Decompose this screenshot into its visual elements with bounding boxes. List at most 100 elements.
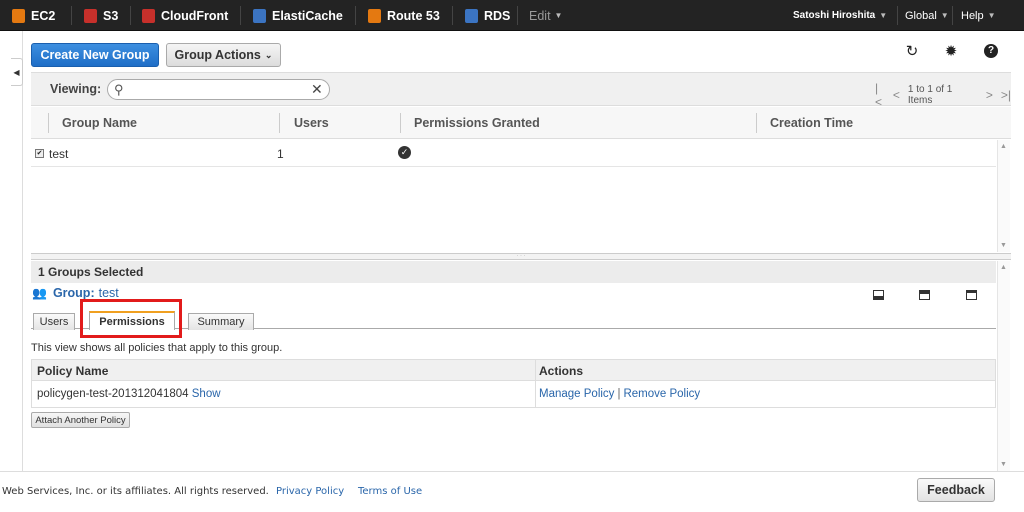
column-policy-name: Policy Name — [37, 364, 109, 378]
column-permissions-granted[interactable]: Permissions Granted — [414, 116, 540, 130]
footer: Web Services, Inc. or its affiliates. Al… — [0, 471, 1024, 512]
policy-name: policygen-test-201312041804 — [37, 388, 189, 400]
manage-policy-link[interactable]: Manage Policy — [539, 388, 614, 400]
table-header: Group Name Users Permissions Granted Cre… — [31, 107, 1011, 139]
search-box[interactable]: ⚲ ✕ — [107, 79, 330, 100]
permissions-description: This view shows all policies that apply … — [31, 342, 283, 354]
nav-divider — [517, 6, 518, 25]
pagination: |< < 1 to 1 of 1 Items > >| — [875, 81, 1011, 109]
nav-cloudfront[interactable]: CloudFront — [142, 0, 228, 31]
column-divider — [279, 113, 280, 133]
collapse-panel-toggle[interactable]: ◀ — [11, 58, 23, 86]
column-divider — [756, 113, 757, 133]
feedback-button[interactable]: Feedback — [917, 478, 995, 502]
layout-split-icon[interactable] — [919, 290, 930, 300]
details-scrollbar[interactable]: ▲ ▼ — [997, 261, 1010, 471]
users-cell: 1 — [277, 147, 284, 161]
cloudfront-icon — [142, 8, 155, 23]
column-divider — [535, 360, 536, 407]
triangle-left-icon: ◀ — [13, 67, 20, 77]
nav-s3-label: S3 — [103, 8, 119, 23]
search-input[interactable] — [130, 82, 305, 97]
table-row[interactable]: ✔ test 1 ✓ — [31, 140, 996, 167]
create-new-group-button[interactable]: Create New Group — [31, 43, 159, 67]
scroll-down-icon[interactable]: ▼ — [1000, 242, 1007, 249]
table-scrollbar[interactable]: ▲ ▼ — [997, 140, 1010, 252]
nav-divider — [71, 6, 72, 25]
nav-divider — [897, 6, 898, 25]
selected-count: 1 Groups Selected — [38, 265, 144, 279]
nav-elasticache[interactable]: ElastiCache — [253, 0, 343, 31]
policy-row: policygen-test-201312041804 Show — [37, 388, 221, 400]
nav-divider — [240, 6, 241, 25]
column-creation-time[interactable]: Creation Time — [770, 116, 853, 130]
nav-route53[interactable]: Route 53 — [368, 0, 440, 31]
group-name: test — [98, 286, 119, 300]
tab-summary[interactable]: Summary — [188, 313, 254, 330]
scroll-down-icon[interactable]: ▼ — [1000, 461, 1007, 468]
policies-header: Policy Name Actions — [32, 360, 995, 381]
nav-elasticache-label: ElastiCache — [272, 8, 343, 23]
annotation-highlight — [80, 299, 182, 338]
pager-text: 1 to 1 of 1 Items — [907, 84, 953, 106]
help-label: Help — [961, 9, 984, 22]
chevron-down-icon: ▼ — [554, 11, 563, 20]
gear-icon[interactable]: ✹ — [942, 42, 960, 60]
column-divider — [400, 113, 401, 133]
search-icon: ⚲ — [114, 82, 124, 97]
scroll-up-icon[interactable]: ▲ — [1000, 143, 1007, 150]
s3-icon — [84, 8, 97, 23]
last-page-icon[interactable]: >| — [1001, 88, 1011, 102]
nav-edit[interactable]: Edit ▼ — [529, 0, 562, 31]
terms-of-use-link[interactable]: Terms of Use — [358, 486, 422, 497]
group-label: Group: — [52, 286, 95, 300]
nav-divider — [355, 6, 356, 25]
privacy-policy-link[interactable]: Privacy Policy — [276, 486, 344, 497]
row-checkbox[interactable]: ✔ — [35, 149, 44, 158]
group-users-icon: 👥 — [32, 286, 47, 300]
refresh-icon[interactable]: ↻ — [903, 42, 921, 60]
nav-rds[interactable]: RDS — [465, 0, 510, 31]
viewing-label: Viewing: — [50, 82, 102, 96]
help-icon[interactable]: ? — [982, 42, 1000, 60]
route53-icon — [368, 8, 381, 23]
tab-users[interactable]: Users — [33, 313, 75, 330]
policy-actions: Manage Policy | Remove Policy — [539, 388, 700, 400]
nav-route53-label: Route 53 — [387, 8, 440, 23]
region-label: Global — [905, 9, 937, 22]
selection-bar: 1 Groups Selected — [31, 261, 996, 283]
nav-ec2[interactable]: EC2 — [12, 0, 55, 31]
top-nav: EC2 S3 CloudFront ElastiCache Route 53 R… — [0, 0, 1024, 31]
layout-bottom-icon[interactable] — [873, 290, 884, 300]
group-name-cell: test — [49, 147, 69, 161]
attach-policy-button[interactable]: Attach Another Policy — [31, 412, 130, 428]
region-menu[interactable]: Global ▼ — [905, 0, 949, 31]
first-page-icon[interactable]: |< — [875, 81, 885, 109]
next-page-icon[interactable]: > — [986, 88, 993, 102]
column-group-name[interactable]: Group Name — [62, 116, 137, 130]
remove-policy-link[interactable]: Remove Policy — [623, 388, 700, 400]
scroll-up-icon[interactable]: ▲ — [1000, 264, 1007, 271]
column-users[interactable]: Users — [294, 116, 329, 130]
column-divider — [48, 113, 49, 133]
user-name: Satoshi Hiroshita — [793, 10, 876, 21]
nav-divider — [130, 6, 131, 25]
clear-icon[interactable]: ✕ — [311, 81, 323, 98]
nav-rds-label: RDS — [484, 8, 511, 23]
nav-cloudfront-label: CloudFront — [161, 8, 229, 23]
permission-granted-icon: ✓ — [398, 146, 411, 159]
group-actions-button[interactable]: Group Actions ⌄ — [166, 43, 281, 67]
nav-s3[interactable]: S3 — [84, 0, 118, 31]
user-menu[interactable]: Satoshi Hiroshita ▼ — [793, 0, 887, 31]
groups-table: ✔ test 1 ✓ — [31, 140, 996, 252]
help-menu[interactable]: Help ▼ — [961, 0, 996, 31]
show-policy-link[interactable]: Show — [192, 388, 221, 400]
ec2-icon — [12, 8, 25, 23]
prev-page-icon[interactable]: < — [893, 88, 900, 102]
layout-top-icon[interactable] — [966, 290, 977, 300]
elasticache-icon — [253, 8, 266, 23]
left-panel-border — [22, 31, 23, 471]
pane-splitter[interactable]: · · · — [31, 253, 1011, 260]
copyright-text: Web Services, Inc. or its affiliates. Al… — [2, 486, 269, 497]
filter-bar: Viewing: ⚲ ✕ |< < 1 to 1 of 1 Items > >| — [31, 72, 1011, 109]
